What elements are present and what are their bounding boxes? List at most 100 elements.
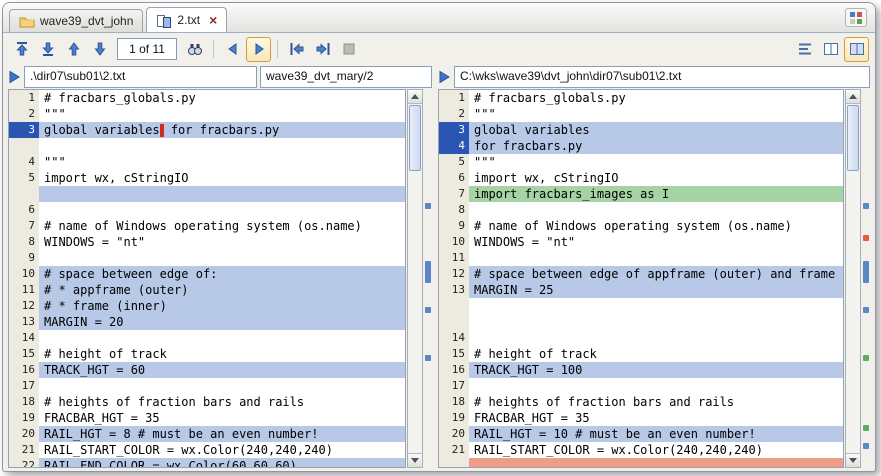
- line-number: 18: [9, 394, 39, 410]
- code-line[interactable]: 13MARGIN = 20: [9, 314, 405, 330]
- code-line[interactable]: 13MARGIN = 25: [439, 282, 843, 298]
- code-line[interactable]: 15# height of track: [9, 346, 405, 362]
- code-line[interactable]: 12# * frame (inner): [9, 298, 405, 314]
- split-pane-view-button[interactable]: [844, 37, 869, 62]
- code-line[interactable]: 21RAIL_START_COLOR = wx.Color(240,240,24…: [9, 442, 405, 458]
- left-pane[interactable]: 1# fracbars_globals.py2"""3global variab…: [8, 89, 406, 468]
- code-line[interactable]: [439, 458, 843, 468]
- code-line[interactable]: 6: [9, 202, 405, 218]
- left-file-path-field[interactable]: .\dir07\sub01\2.txt: [24, 66, 257, 88]
- merge-right-button[interactable]: [310, 37, 335, 62]
- left-pane-menu-button[interactable]: [8, 66, 24, 88]
- code-line[interactable]: 11: [439, 250, 843, 266]
- code-line[interactable]: 16TRACK_HGT = 60: [9, 362, 405, 378]
- line-number: 21: [9, 442, 39, 458]
- scroll-down-button[interactable]: [408, 453, 422, 467]
- stop-icon: [340, 40, 358, 58]
- binoculars-icon: [186, 40, 204, 58]
- previous-difference-button[interactable]: [61, 37, 86, 62]
- code-line[interactable]: 9# name of Windows operating system (os.…: [439, 218, 843, 234]
- code-line[interactable]: 21RAIL_START_COLOR = wx.Color(240,240,24…: [439, 442, 843, 458]
- scroll-down-button[interactable]: [846, 453, 860, 467]
- right-pane-menu-button[interactable]: [438, 66, 454, 88]
- focus-left-pane-button[interactable]: [220, 37, 245, 62]
- line-text: TRACK_HGT = 100: [469, 362, 843, 378]
- next-difference-button[interactable]: [87, 37, 112, 62]
- code-line[interactable]: 15# height of track: [439, 346, 843, 362]
- line-text: RAIL_START_COLOR = wx.Color(240,240,240): [469, 442, 843, 458]
- right-code-view[interactable]: 1# fracbars_globals.py2"""3global variab…: [439, 90, 843, 468]
- code-line[interactable]: 9: [9, 250, 405, 266]
- scroll-up-button[interactable]: [408, 90, 422, 104]
- last-difference-button[interactable]: [35, 37, 60, 62]
- code-line[interactable]: 2""": [439, 106, 843, 122]
- line-number: 11: [439, 250, 469, 266]
- format-lines-button[interactable]: [792, 37, 817, 62]
- code-line[interactable]: 19FRACBAR_HGT = 35: [9, 410, 405, 426]
- line-text: WINDOWS = "nt": [469, 234, 843, 250]
- code-line[interactable]: 1# fracbars_globals.py: [439, 90, 843, 106]
- focus-right-pane-button[interactable]: [246, 37, 271, 62]
- right-file-path-field[interactable]: C:\wks\wave39\dvt_john\dir07\sub01\2.txt: [454, 66, 870, 88]
- code-line[interactable]: 7import fracbars_images as I: [439, 186, 843, 202]
- code-line[interactable]: 8WINDOWS = "nt": [9, 234, 405, 250]
- code-line[interactable]: [9, 186, 405, 202]
- diff-file-icon: [156, 13, 172, 28]
- code-line[interactable]: 20RAIL_HGT = 8 # must be an even number!: [9, 426, 405, 442]
- find-button[interactable]: [182, 37, 207, 62]
- left-pane-group: 1# fracbars_globals.py2"""3global variab…: [8, 89, 432, 468]
- tab-file-active[interactable]: 2.txt ×: [146, 7, 227, 32]
- line-number: [9, 186, 39, 202]
- left-code-view[interactable]: 1# fracbars_globals.py2"""3global variab…: [9, 90, 405, 468]
- single-pane-view-button[interactable]: [818, 37, 843, 62]
- scrollbar-thumb[interactable]: [847, 105, 859, 171]
- right-pane[interactable]: 1# fracbars_globals.py2"""3global variab…: [438, 89, 844, 468]
- code-line[interactable]: 2""": [9, 106, 405, 122]
- code-line[interactable]: 18# heights of fraction bars and rails: [9, 394, 405, 410]
- line-text: # space between edge of appframe (outer)…: [469, 266, 843, 282]
- line-text: # fracbars_globals.py: [39, 90, 405, 106]
- stop-button[interactable]: [336, 37, 361, 62]
- code-line[interactable]: 4for fracbars.py: [439, 138, 843, 154]
- code-line[interactable]: 5import wx, cStringIO: [9, 170, 405, 186]
- tab-label: 2.txt: [177, 13, 200, 27]
- code-line[interactable]: 10WINDOWS = "nt": [439, 234, 843, 250]
- code-line[interactable]: 4""": [9, 154, 405, 170]
- code-line[interactable]: 19FRACBAR_HGT = 35: [439, 410, 843, 426]
- code-line[interactable]: 7# name of Windows operating system (os.…: [9, 218, 405, 234]
- code-line[interactable]: 12# space between edge of appframe (oute…: [439, 266, 843, 282]
- first-difference-button[interactable]: [9, 37, 34, 62]
- code-line[interactable]: [9, 138, 405, 154]
- tab-list-button[interactable]: [845, 8, 867, 27]
- merge-left-button[interactable]: [284, 37, 309, 62]
- scroll-up-button[interactable]: [846, 90, 860, 104]
- code-line[interactable]: 14: [9, 330, 405, 346]
- code-line[interactable]: 17: [439, 378, 843, 394]
- tab-folder-session[interactable]: wave39_dvt_john: [9, 9, 143, 32]
- code-line[interactable]: 18# heights of fraction bars and rails: [439, 394, 843, 410]
- code-line[interactable]: 8: [439, 202, 843, 218]
- code-line[interactable]: 11# * appframe (outer): [9, 282, 405, 298]
- left-scrollbar[interactable]: [407, 89, 423, 468]
- code-line[interactable]: [439, 314, 843, 330]
- code-line[interactable]: 20RAIL_HGT = 10 # must be an even number…: [439, 426, 843, 442]
- code-line[interactable]: 16TRACK_HGT = 100: [439, 362, 843, 378]
- code-line[interactable]: 6import wx, cStringIO: [439, 170, 843, 186]
- code-line[interactable]: 5""": [439, 154, 843, 170]
- code-line[interactable]: 17: [9, 378, 405, 394]
- right-scrollbar[interactable]: [845, 89, 861, 468]
- line-number: 15: [439, 346, 469, 362]
- code-line[interactable]: 10# space between edge of:: [9, 266, 405, 282]
- difference-position-field[interactable]: [117, 38, 177, 60]
- code-line[interactable]: [439, 298, 843, 314]
- scrollbar-track: [846, 172, 860, 453]
- code-line[interactable]: 3global variables for fracbars.py: [9, 122, 405, 138]
- code-line[interactable]: 22RAIL_END_COLOR = wx.Color(60,60,60): [9, 458, 405, 468]
- code-line[interactable]: 3global variables: [439, 122, 843, 138]
- code-line[interactable]: 1# fracbars_globals.py: [9, 90, 405, 106]
- scrollbar-thumb[interactable]: [409, 105, 421, 171]
- left-revision-field[interactable]: wave39_dvt_mary/2: [260, 66, 432, 88]
- line-number: 14: [9, 330, 39, 346]
- code-line[interactable]: 14: [439, 330, 843, 346]
- close-tab-icon[interactable]: ×: [209, 13, 217, 27]
